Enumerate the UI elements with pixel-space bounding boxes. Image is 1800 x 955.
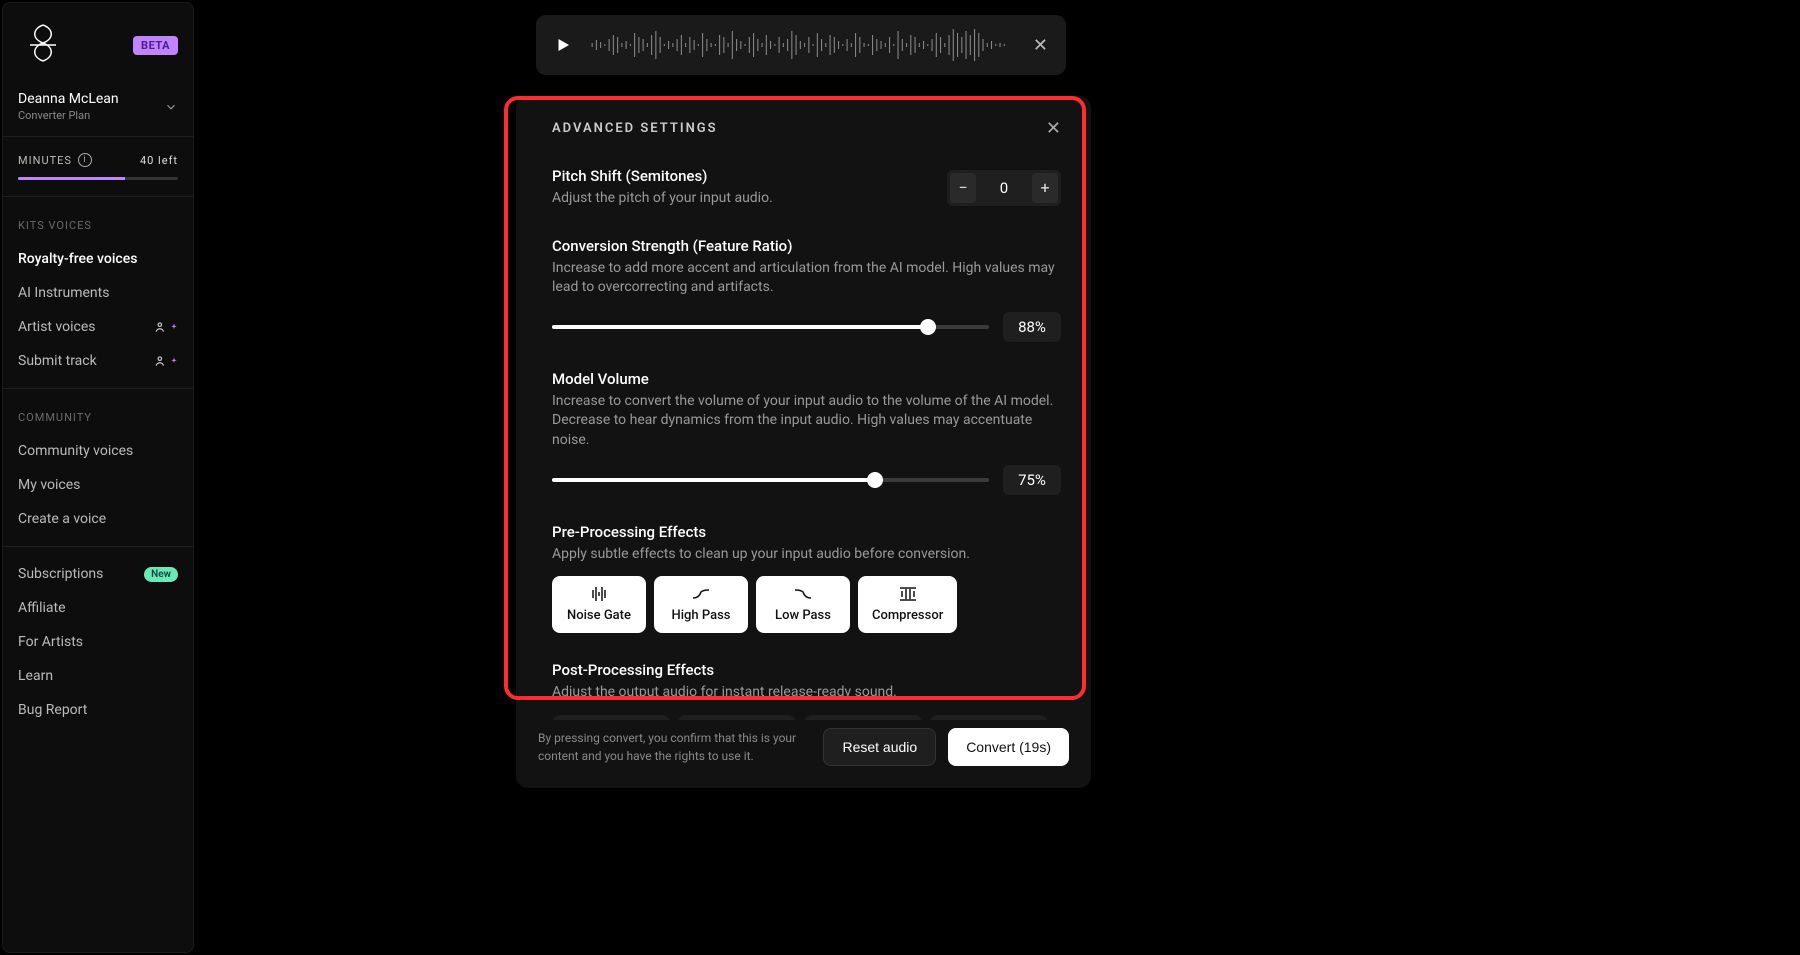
reset-audio-button[interactable]: Reset audio xyxy=(823,728,936,766)
effect-noise-gate[interactable]: Noise Gate xyxy=(552,576,646,633)
user-name: Deanna McLean xyxy=(18,91,119,107)
new-badge: New xyxy=(144,567,178,582)
nav-ai-instruments[interactable]: AI Instruments xyxy=(3,276,193,310)
volume-desc: Increase to convert the volume of your i… xyxy=(552,392,1061,451)
effect-compressor-pre[interactable]: Compressor xyxy=(858,576,957,633)
conversion-value: 88% xyxy=(1003,312,1061,342)
person-sparkle-icon xyxy=(154,354,178,368)
pitch-shift-desc: Adjust the pitch of your input audio. xyxy=(552,189,917,209)
volume-title: Model Volume xyxy=(552,370,1061,388)
nav-bug-report[interactable]: Bug Report xyxy=(3,693,193,727)
compressor-icon xyxy=(898,586,918,602)
main-content: ✕ ADVANCED SETTINGS ✕ Pitch Shift (Semit… xyxy=(196,0,1800,955)
nav-create-voice[interactable]: Create a voice xyxy=(3,502,193,536)
nav-subscriptions[interactable]: Subscriptions New xyxy=(3,557,193,591)
person-sparkle-icon xyxy=(154,320,178,334)
user-menu[interactable]: Deanna McLean Converter Plan xyxy=(3,83,193,137)
nav-for-artists[interactable]: For Artists xyxy=(3,625,193,659)
nav-submit-track[interactable]: Submit track xyxy=(3,344,193,378)
app-logo xyxy=(18,21,68,69)
low-pass-icon xyxy=(793,586,813,602)
pitch-stepper: − 0 + xyxy=(947,170,1061,206)
pre-effects-desc: Apply subtle effects to clean up your in… xyxy=(552,545,1061,565)
logo-row: BETA xyxy=(3,21,193,83)
high-pass-icon xyxy=(691,586,711,602)
panel-title: ADVANCED SETTINGS xyxy=(552,121,718,136)
pitch-shift-title: Pitch Shift (Semitones) xyxy=(552,167,917,185)
convert-button[interactable]: Convert (19s) xyxy=(948,728,1069,766)
audio-player: ✕ xyxy=(536,15,1066,75)
conversion-title: Conversion Strength (Feature Ratio) xyxy=(552,237,1061,255)
nav-affiliate[interactable]: Affiliate xyxy=(3,591,193,625)
volume-slider[interactable] xyxy=(552,478,989,482)
post-effects-desc: Adjust the output audio for instant rele… xyxy=(552,683,1061,703)
close-audio-icon[interactable]: ✕ xyxy=(1033,35,1048,56)
pitch-increase-button[interactable]: + xyxy=(1032,173,1058,203)
conversion-slider[interactable] xyxy=(552,325,989,329)
pitch-decrease-button[interactable]: − xyxy=(950,173,976,203)
footer-disclaimer: By pressing convert, you confirm that th… xyxy=(538,729,798,765)
section-community: COMMUNITY xyxy=(3,389,193,434)
nav-royalty-free-voices[interactable]: Royalty-free voices xyxy=(3,242,193,276)
effect-high-pass[interactable]: High Pass xyxy=(654,576,748,633)
waveform[interactable] xyxy=(590,25,1015,65)
minutes-progress xyxy=(18,177,178,180)
minutes-left: 40 left xyxy=(140,154,178,167)
pre-effects-title: Pre-Processing Effects xyxy=(552,523,1061,541)
section-kits-voices: KITS VOICES xyxy=(3,197,193,242)
nav-learn[interactable]: Learn xyxy=(3,659,193,693)
nav-my-voices[interactable]: My voices xyxy=(3,468,193,502)
beta-badge: BETA xyxy=(133,36,178,55)
nav-community-voices[interactable]: Community voices xyxy=(3,434,193,468)
minutes-section: MINUTES i 40 left xyxy=(3,137,193,197)
sidebar: BETA Deanna McLean Converter Plan MINUTE… xyxy=(2,2,194,953)
pitch-value: 0 xyxy=(978,179,1030,197)
info-icon[interactable]: i xyxy=(78,153,92,167)
volume-value: 75% xyxy=(1003,465,1061,495)
conversion-desc: Increase to add more accent and articula… xyxy=(552,259,1061,298)
noise-gate-icon xyxy=(589,586,609,602)
minutes-label: MINUTES i xyxy=(18,153,92,167)
user-plan: Converter Plan xyxy=(18,109,119,122)
post-effects-title: Post-Processing Effects xyxy=(552,661,1061,679)
advanced-settings-panel: ADVANCED SETTINGS ✕ Pitch Shift (Semiton… xyxy=(516,96,1091,788)
close-panel-icon[interactable]: ✕ xyxy=(1046,118,1061,139)
chevron-down-icon xyxy=(164,100,178,114)
effect-low-pass[interactable]: Low Pass xyxy=(756,576,850,633)
nav-artist-voices[interactable]: Artist voices xyxy=(3,310,193,344)
play-button[interactable] xyxy=(554,36,572,54)
footer-bar: By pressing convert, you confirm that th… xyxy=(516,720,1091,784)
